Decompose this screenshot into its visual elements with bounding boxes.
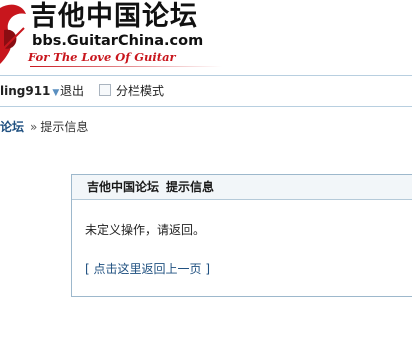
- go-back-link-wrapper: [ 点击这里返回上一页 ]: [85, 260, 210, 277]
- site-title[interactable]: 吉他中国论坛: [30, 0, 198, 34]
- message-body: 未定义操作，请返回。: [85, 223, 206, 237]
- message-title-site: 吉他中国论坛: [87, 180, 160, 194]
- split-mode-checkbox[interactable]: [99, 84, 111, 96]
- split-mode-label: 分栏模式: [116, 84, 165, 98]
- breadcrumb-current: 提示信息: [40, 120, 89, 134]
- go-back-link[interactable]: 点击这里返回上一页: [94, 262, 202, 276]
- split-mode-toggle[interactable]: 分栏模式: [99, 76, 164, 106]
- guitarist-logo-icon: [0, 4, 26, 64]
- site-url[interactable]: bbs.GuitarChina.com: [32, 33, 203, 49]
- user-bar: ling911 ▼ 退出 分栏模式: [0, 75, 412, 107]
- message-box-title: 吉他中国论坛 提示信息: [72, 175, 412, 200]
- page: 吉他中国论坛 bbs.GuitarChina.com For The Love …: [0, 0, 412, 357]
- breadcrumb-separator: »: [30, 120, 38, 134]
- message-box: 吉他中国论坛 提示信息 未定义操作，请返回。 [ 点击这里返回上一页 ]: [71, 174, 412, 297]
- logout-link[interactable]: 退出: [60, 76, 84, 106]
- breadcrumb: 论坛 » 提示信息: [0, 119, 88, 135]
- breadcrumb-forum-link[interactable]: 论坛: [0, 120, 24, 134]
- link-close-bracket: ]: [205, 262, 211, 276]
- slogan-underline: [30, 66, 222, 67]
- site-header: 吉他中国论坛 bbs.GuitarChina.com For The Love …: [0, 0, 412, 70]
- user-menu[interactable]: ling911 ▼: [0, 76, 59, 108]
- message-title-label: 提示信息: [166, 180, 215, 194]
- link-open-bracket: [: [85, 262, 90, 276]
- chevron-down-icon[interactable]: ▼: [52, 88, 59, 98]
- username-label: ling911: [0, 84, 51, 98]
- site-slogan: For The Love Of Guitar: [28, 50, 176, 64]
